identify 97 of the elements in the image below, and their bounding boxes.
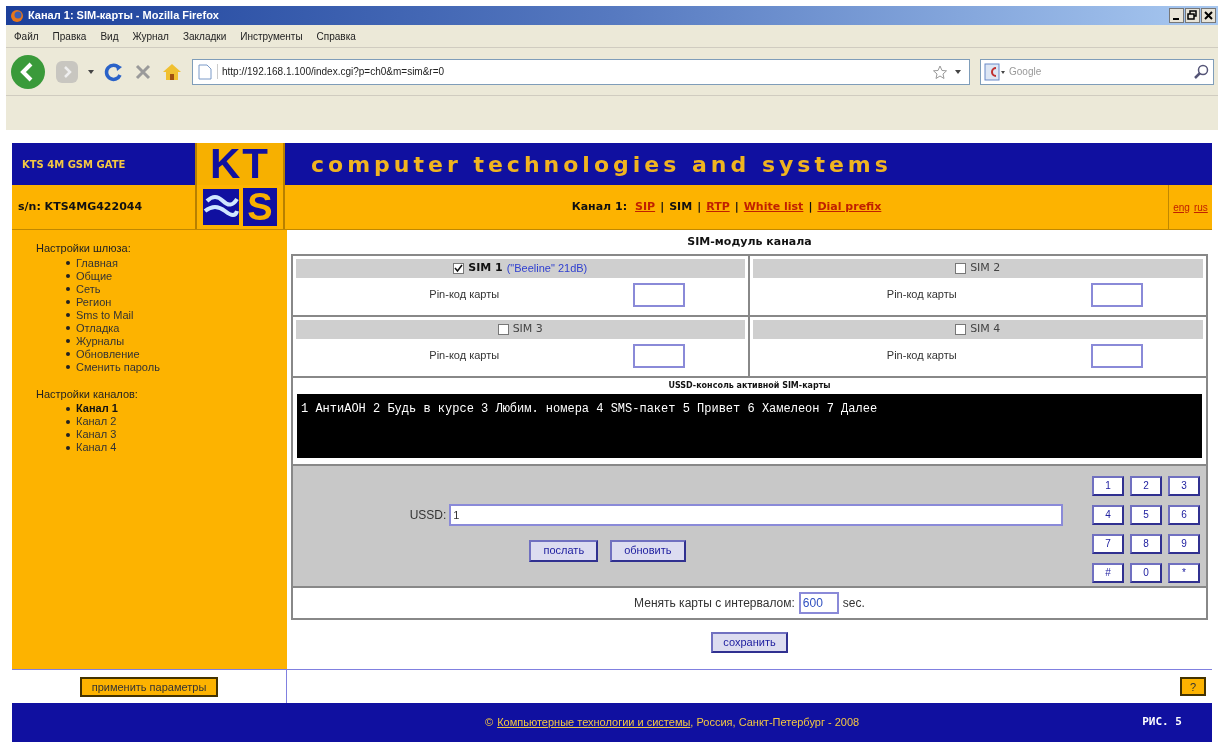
keypad-button[interactable]: 7 [1092,533,1124,554]
page-icon [198,63,212,80]
search-placeholder: Google [1009,65,1043,79]
sim-label: SIM 4 [970,320,1001,337]
keypad-button[interactable]: * [1168,562,1200,583]
bullet-icon [66,326,70,330]
minimize-icon[interactable] [1169,8,1184,23]
stop-icon[interactable] [134,62,152,81]
apply-button[interactable]: применить параметры [79,676,219,697]
sim-label: SIM 2 [970,259,1001,276]
logo-top: KT [195,143,285,185]
bullet-icon [66,419,70,424]
channel-label: Канал 1: [571,198,628,215]
url-text: http://192.168.1.100/index.cgi?p=ch0&m=sim&r=0 [217,64,933,79]
star-icon[interactable] [933,64,947,79]
sim-checkbox[interactable] [453,262,465,274]
menu-item[interactable]: Файл [14,28,39,44]
bullet-icon [66,274,70,278]
keypad-button[interactable]: 5 [1130,504,1162,525]
bullet-icon [66,352,70,356]
pin-label: Pin-код карты [428,348,501,364]
bullet-icon [66,445,70,450]
dropdown-caret-icon[interactable] [88,69,94,74]
menu-item[interactable]: Инструменты [240,28,303,44]
interval-label: Менять карты с интервалом: [634,594,795,612]
logo-bottom: S [243,188,277,226]
reload-icon[interactable] [104,61,124,82]
search-engine-icon[interactable] [984,61,1006,82]
bullet-icon [66,406,70,411]
keypad-button[interactable]: 1 [1092,475,1124,496]
menu-item[interactable]: Правка [52,28,87,44]
interval-unit: sec. [842,594,865,612]
ussd-input[interactable]: 1 [449,503,1064,526]
sim-checkbox[interactable] [955,262,967,274]
console-title: USSD-консоль активной SIM-карты [668,379,831,392]
sim-checkbox[interactable] [955,323,967,335]
sim-checkbox[interactable] [497,323,509,335]
sim-status: ("Beeline" 21dB) [506,260,588,276]
ussd-button[interactable]: обновить [610,539,686,562]
figure-label: РИС. 5 [1142,714,1183,731]
keypad-button[interactable]: 3 [1168,475,1200,496]
pin-input[interactable] [632,343,685,368]
separator: | [734,198,739,215]
bullet-icon [66,313,70,317]
keypad-button[interactable]: 2 [1130,475,1162,496]
home-icon[interactable] [162,62,182,81]
save-button[interactable]: сохранить [711,631,788,653]
separator: | [660,198,665,215]
tagline: computer technologies and systems [311,150,892,179]
pin-input[interactable] [632,282,685,307]
keypad-button[interactable]: # [1092,562,1124,583]
pin-input[interactable] [1091,343,1143,368]
window-title: Канал 1: SIM-карты - Mozilla Firefox [28,8,220,24]
sim-label: SIM 3 [512,320,543,337]
copyright-sign: © [485,715,494,731]
bullet-icon [66,287,70,291]
bullet-icon [66,300,70,304]
keypad-button[interactable]: 8 [1130,533,1162,554]
serial-number: s/n: KTS4MG422044 [18,198,143,215]
bullet-icon [66,339,70,343]
interval-input[interactable]: 600 [798,591,839,614]
keypad-button[interactable]: 4 [1092,504,1124,525]
search-icon[interactable] [1193,63,1209,80]
menu-item[interactable]: Справка [316,28,356,44]
browser-logo-icon [10,8,24,23]
bullet-icon [66,365,70,369]
sidebar-heading: Настройки шлюза: [36,241,132,256]
separator: | [808,198,813,215]
pin-label: Pin-код карты [885,287,958,303]
sidebar-heading: Настройки каналов: [36,386,139,402]
bullet-icon [66,261,70,265]
ussd-button[interactable]: послать [529,539,599,562]
product-name: KTS 4M GSM GATE [22,157,126,172]
sim-label: SIM 1 [468,259,503,276]
keypad-button[interactable]: 6 [1168,504,1200,525]
ussd-label: USSD: [409,506,447,524]
sidebar-link[interactable]: Сменить пароль [76,358,160,376]
section-title: SIM-модуль канала [687,234,812,250]
menu-item[interactable]: Закладки [182,28,227,44]
wave-logo-icon [203,189,240,225]
restore-icon[interactable] [1185,8,1200,23]
separator: | [697,198,702,215]
keypad-button[interactable]: 9 [1168,533,1200,554]
footer-text: Компьютерные технологии и системы, Россия, Санкт-Петербург - 2008 [497,715,860,731]
close-icon[interactable] [1201,8,1216,23]
menu-item[interactable]: Вид [100,28,119,44]
pin-label: Pin-код карты [885,348,958,364]
menu-item[interactable]: Журнал [132,28,169,44]
pin-label: Pin-код карты [428,287,501,303]
dropdown-caret-icon[interactable] [955,69,961,74]
pin-input[interactable] [1091,282,1143,307]
channel-tab[interactable]: SIM [669,198,693,216]
console-text: 1 АнтиАОН 2 Будь в курсе 3 Любим. номера 4 SMS-пакет 5 Привет 6 Хамелеон 7 Далее [301,401,878,416]
address-bar[interactable]: http://192.168.1.100/index.cgi?p=ch0&m=sim&r=0 [192,58,970,85]
bullet-icon [66,432,70,437]
help-button[interactable]: ? [1180,677,1206,696]
keypad-button[interactable]: 0 [1130,562,1162,583]
